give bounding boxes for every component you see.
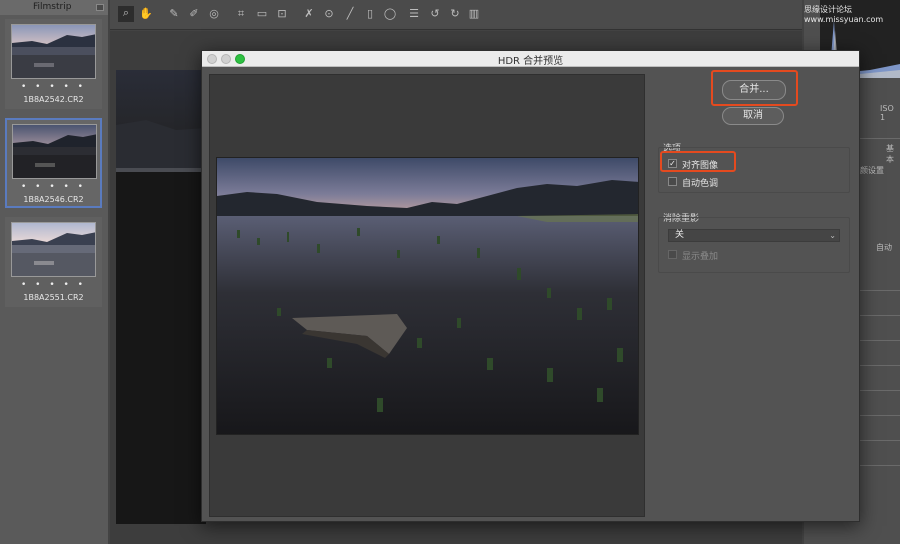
rating-dots[interactable]: • • • • •: [7, 182, 100, 192]
thumbnail-filename: 1B8A2542.CR2: [23, 95, 84, 104]
app-window: Filmstrip • • • • • 1B8A2542.CR2 • • • •…: [0, 0, 900, 544]
hdr-preview-image: [216, 157, 639, 435]
dialog-title: HDR 合并预览: [497, 56, 564, 67]
iso-readout: ISO 1: [880, 104, 894, 122]
auto-tone-label: 自动色调: [682, 179, 719, 189]
red-eye-icon[interactable]: ⊙: [322, 7, 336, 21]
chevron-down-icon: ⌄: [829, 231, 836, 240]
white-balance-icon[interactable]: ✎: [167, 7, 181, 21]
background-photo: [116, 70, 206, 524]
transform-icon[interactable]: ⊡: [275, 7, 289, 21]
divider: [860, 415, 900, 416]
rating-dots[interactable]: • • • • •: [5, 82, 102, 92]
show-overlay-row: 显示叠加: [668, 249, 788, 262]
graduated-filter-icon[interactable]: ▯: [363, 7, 377, 21]
divider: [860, 340, 900, 341]
filmstrip-header: Filmstrip: [0, 0, 108, 15]
rotate-right-icon[interactable]: ↻: [448, 7, 462, 21]
filmstrip-item[interactable]: • • • • • 1B8A2551.CR2: [5, 217, 102, 307]
filmstrip-panel: Filmstrip • • • • • 1B8A2542.CR2 • • • •…: [0, 0, 108, 544]
radial-filter-icon[interactable]: ◯: [383, 7, 397, 21]
divider: [860, 315, 900, 316]
auto-tone-checkbox[interactable]: [668, 177, 677, 186]
dialog-titlebar[interactable]: HDR 合并预览: [202, 51, 859, 67]
target-adjust-icon[interactable]: ◎: [207, 7, 221, 21]
cancel-button[interactable]: 取消: [722, 107, 784, 125]
divider: [860, 365, 900, 366]
color-sampler-icon[interactable]: ✐: [187, 7, 201, 21]
thumbnail-image: [11, 222, 96, 277]
adjustment-brush-icon[interactable]: ╱: [343, 7, 357, 21]
align-images-highlight: [660, 151, 736, 172]
crop-icon[interactable]: ⌗: [234, 7, 248, 21]
divider: [860, 390, 900, 391]
thumbnail-filename: 1B8A2551.CR2: [23, 293, 84, 302]
zoom-icon[interactable]: ⌕: [118, 6, 134, 22]
basic-tab-label[interactable]: 基本: [886, 143, 900, 165]
rating-dots[interactable]: • • • • •: [5, 280, 102, 290]
watermark-text: 思缘设计论坛 www.missyuan.com: [804, 5, 884, 24]
hand-icon[interactable]: ✋: [139, 7, 153, 21]
show-overlay-label: 显示叠加: [682, 252, 719, 262]
deghost-section: [658, 217, 850, 273]
divider: [860, 138, 900, 139]
tool-bar: ⌕ ✋ ✎ ✐ ◎ ⌗ ▭ ⊡ ✗ ⊙ ╱ ▯ ◯ ☰ ↺ ↻ ▥: [110, 0, 900, 30]
thumbnail-filename: 1B8A2546.CR2: [23, 195, 84, 204]
spot-removal-icon[interactable]: ✗: [302, 7, 316, 21]
merge-highlight: [711, 70, 798, 106]
divider: [860, 465, 900, 466]
auto-link[interactable]: 自动: [876, 242, 892, 253]
hdr-preview-area: [209, 74, 645, 517]
filmstrip-collapse-icon[interactable]: [96, 4, 104, 11]
filmstrip-title: Filmstrip: [33, 2, 72, 12]
divider: [860, 290, 900, 291]
divider: [860, 440, 900, 441]
straighten-icon[interactable]: ▭: [255, 7, 269, 21]
hdr-merge-dialog: HDR 合并预览 合并... 取消 选项 ✓ 对齐图像 自动色调 消除重影 关 …: [201, 50, 860, 522]
profile-settings-label: 颜设置: [860, 166, 884, 175]
thumbnail-image: [11, 24, 96, 79]
rotate-left-icon[interactable]: ↺: [428, 7, 442, 21]
preferences-icon[interactable]: ☰: [407, 7, 421, 21]
deghost-select[interactable]: 关 ⌄: [668, 229, 840, 242]
filmstrip-item-selected[interactable]: • • • • • 1B8A2546.CR2: [5, 118, 102, 208]
thumbnail-image: [12, 124, 97, 179]
deghost-select-value: 关: [675, 230, 685, 240]
auto-tone-row[interactable]: 自动色调: [668, 176, 788, 189]
filmstrip-item[interactable]: • • • • • 1B8A2542.CR2: [5, 19, 102, 109]
trash-icon[interactable]: ▥: [467, 7, 481, 21]
show-overlay-checkbox: [668, 250, 677, 259]
